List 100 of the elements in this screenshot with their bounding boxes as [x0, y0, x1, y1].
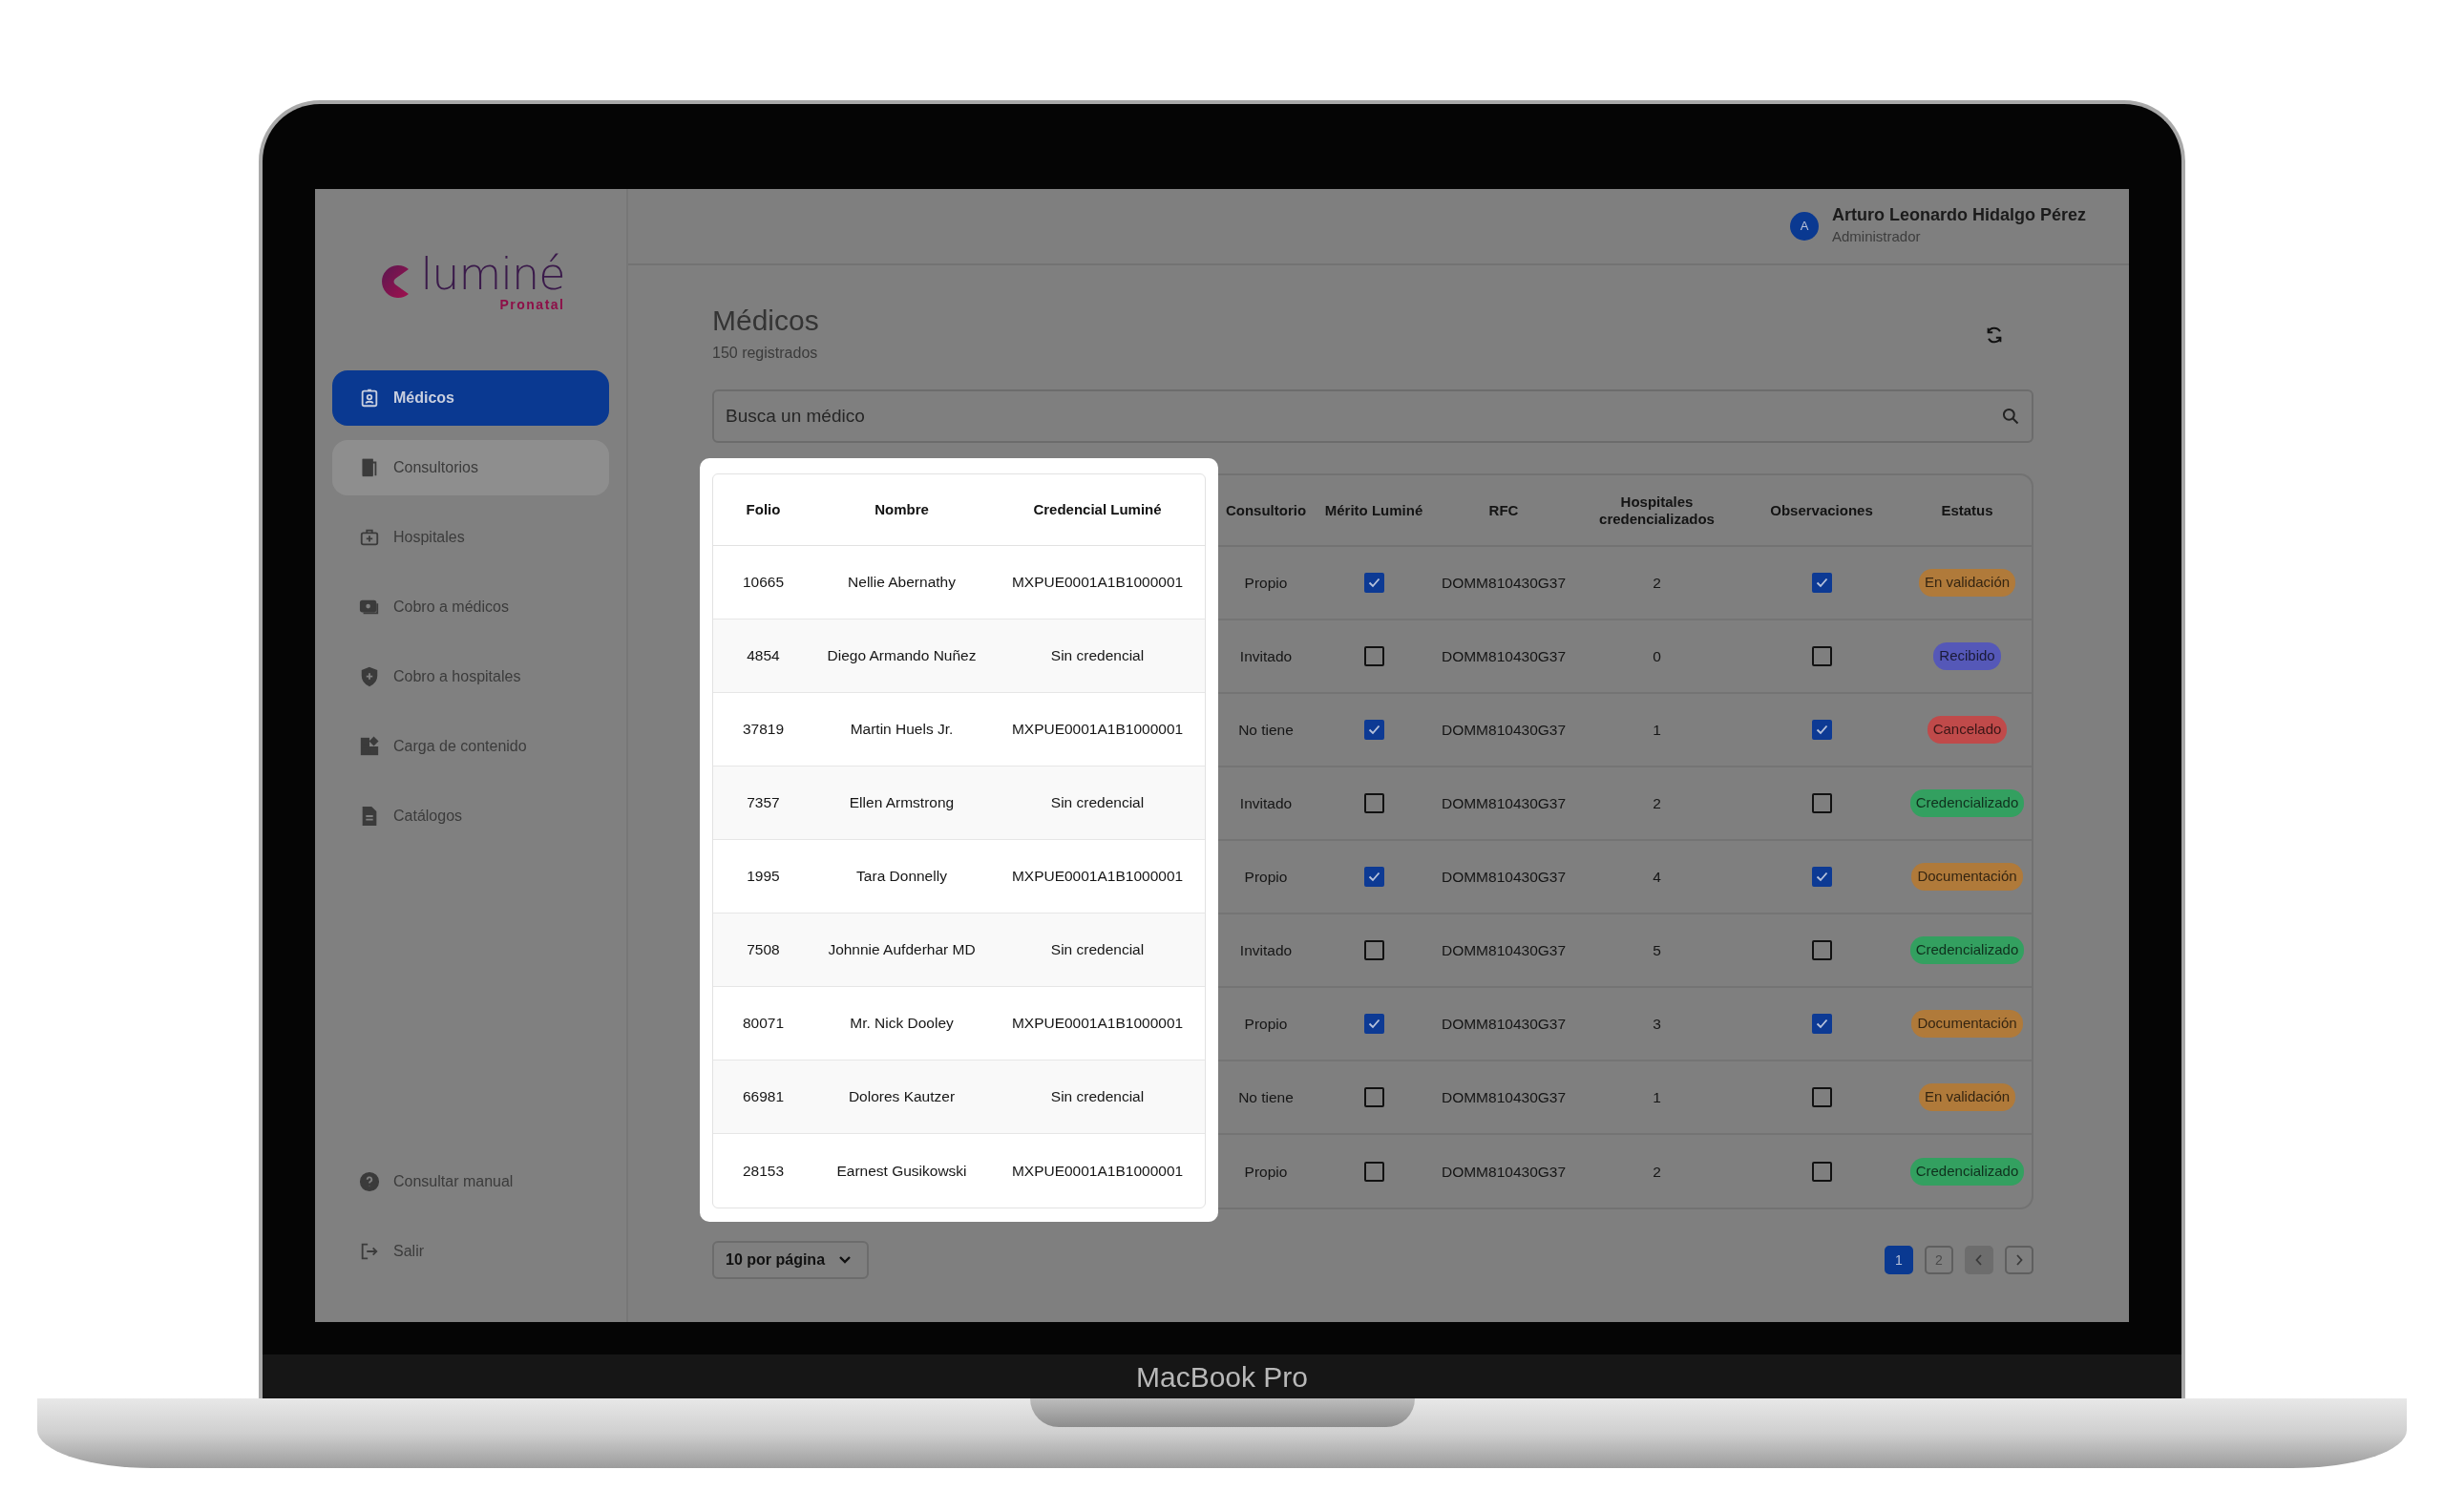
sidebar-item[interactable]: Carga de contenido [332, 719, 609, 774]
table-cell: 66981 [713, 1060, 813, 1134]
column-header: Estatus [1903, 475, 2032, 547]
user-role: Administrador [1831, 226, 1922, 246]
checkbox[interactable] [1811, 646, 1832, 666]
table-cell: Diego Armando Nuñez [813, 620, 990, 693]
checkbox[interactable] [1811, 1162, 1832, 1182]
chevron-right-icon [2015, 1254, 2023, 1266]
shield-icon [359, 666, 380, 687]
sidebar-item[interactable]: Consultar manual [332, 1154, 609, 1209]
widgets-icon [359, 736, 380, 757]
table-cell: 4854 [713, 620, 813, 693]
search-icon[interactable] [2001, 407, 2020, 426]
table-cell: Invitado [1218, 620, 1314, 694]
checkbox[interactable] [1363, 646, 1384, 666]
status-badge: Documentación [1911, 863, 2023, 891]
checkbox[interactable] [1363, 720, 1384, 740]
table-cell: Sin credencial [990, 914, 1205, 987]
table-cell: 2 [1573, 767, 1740, 841]
table-cell: No tiene [1218, 1061, 1314, 1135]
sidebar-item[interactable]: Hospitales [332, 510, 609, 565]
table-cell: 1 [1573, 694, 1740, 767]
logo-wordmark: luminé [420, 252, 565, 296]
checkmark-icon [1367, 578, 1380, 588]
checkbox[interactable] [1811, 940, 1832, 960]
column-header: Observaciones [1740, 475, 1903, 547]
record-count: 150 registrados [712, 344, 819, 363]
checkbox[interactable] [1811, 867, 1832, 887]
table-cell: 4 [1573, 841, 1740, 914]
status-badge: En validación [1918, 569, 2016, 597]
column-header: Nombre [813, 474, 990, 546]
logo-tagline: Pronatal [499, 298, 565, 311]
checkmark-icon [1367, 724, 1380, 735]
table-cell: 2 [1573, 547, 1740, 620]
checkbox[interactable] [1363, 1162, 1384, 1182]
table-cell: DOMM810430G37 [1434, 767, 1573, 841]
sidebar-item[interactable]: Consultorios [332, 440, 609, 495]
sidebar-item[interactable]: Catálogos [332, 788, 609, 844]
table-cell-text: Propio [1243, 1162, 1289, 1182]
sidebar-item[interactable]: Médicos [332, 370, 609, 426]
checkbox[interactable] [1811, 573, 1832, 593]
user-avatar[interactable]: A [1789, 212, 1819, 241]
search-field[interactable]: Busca un médico [712, 389, 2033, 443]
user-name: Arturo Leonardo Hidalgo Pérez [1831, 204, 2086, 226]
table-cell: 1 [1573, 1061, 1740, 1135]
status-badge: Documentación [1911, 1010, 2023, 1038]
table-cell: 0 [1573, 620, 1740, 694]
column-header: Consultorio [1218, 475, 1314, 547]
table-cell: Invitado [1218, 914, 1314, 988]
table-cell: Dolores Kautzer [813, 1060, 990, 1134]
table-cell: DOMM810430G37 [1434, 914, 1573, 988]
page-button[interactable]: 1 [1885, 1246, 1913, 1274]
checkbox[interactable] [1363, 867, 1384, 887]
table-cell: Sin credencial [990, 620, 1205, 693]
checkbox[interactable] [1363, 1087, 1384, 1107]
table-cell: DOMM810430G37 [1434, 1061, 1573, 1135]
column-header: Folio [713, 474, 813, 546]
checkmark-icon [1815, 1018, 1828, 1029]
checkbox[interactable] [1363, 573, 1384, 593]
status-badge: Credencializado [1909, 789, 2025, 817]
checkmark-icon [1367, 1018, 1380, 1029]
status-badge: En validación [1918, 1083, 2016, 1111]
table-cell-text: MXPUE0001A1B1000001 [1010, 1161, 1185, 1181]
sidebar-item[interactable]: Cobro a hospitales [332, 649, 609, 704]
status-badge: Recibido [1933, 642, 2001, 670]
table-cell: 7508 [713, 914, 813, 987]
table-cell-text: DOMM810430G37 [1440, 1162, 1568, 1182]
table-cell: DOMM810430G37 [1434, 841, 1573, 914]
chevron-down-icon [838, 1255, 853, 1265]
column-header: Mérito Luminé [1314, 475, 1434, 547]
table-cell: No tiene [1218, 694, 1314, 767]
checkbox[interactable] [1811, 1087, 1832, 1107]
table-cell-text: 2 [1652, 1162, 1662, 1182]
per-page-select[interactable]: 10 por página [712, 1241, 870, 1279]
checkbox[interactable] [1363, 793, 1384, 813]
table-cell: Propio [1218, 841, 1314, 914]
checkbox[interactable] [1363, 1014, 1384, 1034]
table-cell: 7357 [713, 766, 813, 840]
table-cell: DOMM810430G37 [1434, 988, 1573, 1061]
checkbox[interactable] [1363, 940, 1384, 960]
column-header: Hospitales credencializados [1573, 475, 1740, 547]
table-cell-text: 28153 [741, 1161, 786, 1181]
chevron-left-icon [1975, 1254, 1983, 1266]
checkmark-icon [1815, 872, 1828, 882]
sidebar-item[interactable]: Salir [332, 1224, 609, 1279]
column-header: RFC [1434, 475, 1573, 547]
checkbox[interactable] [1811, 793, 1832, 813]
checkmark-icon [1815, 578, 1828, 588]
table-cell: DOMM810430G37 [1434, 694, 1573, 767]
page-title: Médicos [712, 304, 819, 338]
checkbox[interactable] [1811, 720, 1832, 740]
table-cell: Sin credencial [990, 766, 1205, 840]
table-cell-text: Earnest Gusikowski [835, 1161, 968, 1181]
checkbox[interactable] [1811, 1014, 1832, 1034]
status-badge: Credencializado [1909, 1158, 2025, 1186]
table-cell: 3 [1573, 988, 1740, 1061]
sidebar-item[interactable]: Cobro a médicos [332, 579, 609, 635]
medical-kit-icon [359, 527, 380, 548]
table-cell: 5 [1573, 914, 1740, 988]
table-cell: Propio [1218, 988, 1314, 1061]
